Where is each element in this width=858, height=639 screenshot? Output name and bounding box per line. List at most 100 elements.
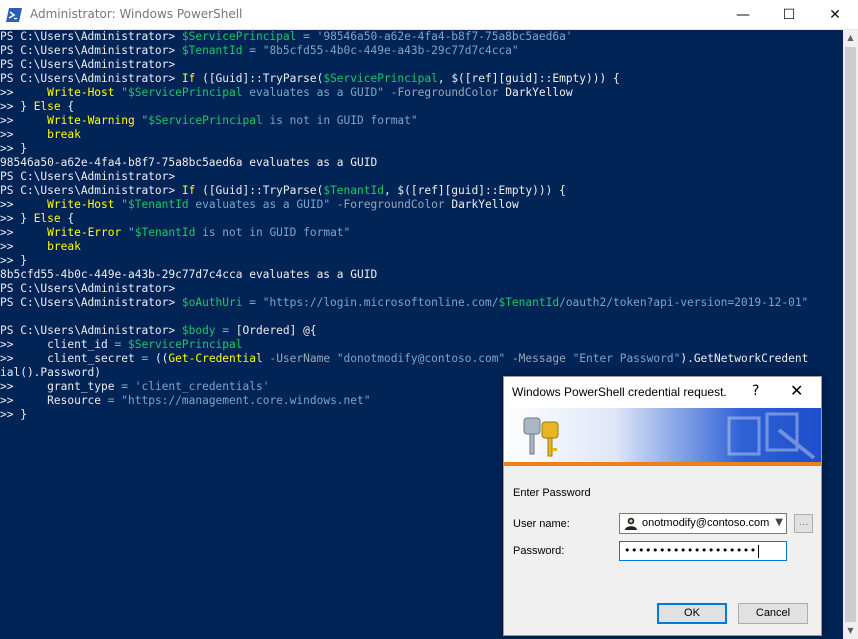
- console-token: Get-Credential: [168, 352, 263, 365]
- username-combobox[interactable]: onotmodify@contoso.com ▼: [619, 513, 787, 534]
- console-line: 98546a50-a62e-4fa4-b8f7-75a8bc5aed6a eva…: [0, 156, 808, 170]
- console-token: , $([ref][guid]::Empty))) {: [437, 72, 620, 85]
- banner-decoration-icon: [727, 412, 816, 460]
- console-token: ": [114, 86, 128, 99]
- console-line: >> Write-Error "$TenantId is not in GUID…: [0, 226, 808, 240]
- console-line: >> }: [0, 254, 808, 268]
- console-line: PS C:\Users\Administrator>: [0, 282, 808, 296]
- ok-button[interactable]: OK: [657, 603, 727, 624]
- console-token: $ServicePrincipal: [128, 338, 243, 351]
- password-field[interactable]: •••••••••••••••••••: [619, 541, 787, 561]
- console-line: >> } Else {: [0, 100, 808, 114]
- console-token: 98546a50-a62e-4fa4-b8f7-75a8bc5aed6a eva…: [0, 156, 378, 169]
- console-token: =: [242, 44, 263, 57]
- console-token: >>: [0, 114, 48, 127]
- maximize-icon: ☐: [782, 7, 796, 23]
- console-token: /oauth2/token?api-version=2019-12-01": [559, 296, 809, 309]
- console-token: is not in GUID format": [195, 226, 351, 239]
- console-token: $TenantId: [498, 296, 560, 309]
- console-token: 'client_credentials': [134, 380, 270, 393]
- browse-button[interactable]: ...: [794, 514, 813, 533]
- dialog-banner: [504, 408, 821, 466]
- console-token: =: [121, 380, 135, 393]
- console-line: >> client_id = $ServicePrincipal: [0, 338, 808, 352]
- console-token: Write-Host: [47, 198, 115, 211]
- username-value: onotmodify@contoso.com: [642, 517, 770, 529]
- console-token: >> }: [0, 142, 27, 155]
- console-token: , $([ref][guid]::Empty))) {: [383, 184, 566, 197]
- console-token: >> client_secret: [0, 352, 142, 365]
- console-line: >> Write-Host "$ServicePrincipal evaluat…: [0, 86, 808, 100]
- console-line: PS C:\Users\Administrator> $oAuthUri = "…: [0, 296, 808, 310]
- console-token: break: [47, 240, 81, 253]
- console-token: Write-Host: [47, 86, 115, 99]
- console-line: >> break: [0, 128, 808, 142]
- console-line: >> Write-Warning "$ServicePrincipal is n…: [0, 114, 808, 128]
- powershell-icon: [6, 8, 22, 22]
- scroll-down-icon[interactable]: ▼: [843, 623, 858, 639]
- console-token: PS C:\Users\Administrator>: [0, 324, 182, 337]
- console-token: $ServicePrincipal: [148, 114, 263, 127]
- console-token: PS C:\Users\Administrator>: [0, 170, 176, 183]
- console-token: {: [60, 212, 75, 225]
- dialog-message: Enter Password: [513, 487, 591, 499]
- banner-stripe: [504, 462, 821, 466]
- console-token: 8b5cfd55-4b0c-449e-a43b-29c77d7c4cca eva…: [0, 268, 378, 281]
- keys-icon: [523, 417, 559, 457]
- console-token: PS C:\Users\Administrator>: [0, 282, 176, 295]
- help-icon[interactable]: ?: [752, 383, 759, 399]
- console-token: "donotmodify@contoso.com": [330, 352, 506, 365]
- scrollbar-thumb[interactable]: [845, 47, 856, 622]
- vertical-scrollbar[interactable]: ▲ ▼: [843, 30, 858, 639]
- console-token: >>: [0, 240, 48, 253]
- console-token: >> }: [0, 254, 27, 267]
- console-token: $TenantId: [128, 198, 189, 211]
- console-line: PS C:\Users\Administrator>: [0, 58, 808, 72]
- dialog-close-icon[interactable]: ✕: [790, 381, 803, 400]
- console-token: "https://login.microsoftonline.com/: [262, 296, 499, 309]
- console-line: >> } Else {: [0, 212, 808, 226]
- console-token: "8b5cfd55-4b0c-449e-a43b-29c77d7c4cca": [262, 44, 519, 57]
- console-token: =: [141, 352, 155, 365]
- console-token: >> }: [0, 212, 34, 225]
- console-token: evaluates as a GUID": [188, 198, 331, 211]
- console-token: >> }: [0, 408, 27, 421]
- window-title: Administrator: Windows PowerShell: [30, 7, 243, 21]
- console-token: '98546a50-a62e-4fa4-b8f7-75a8bc5aed6a': [316, 30, 573, 43]
- console-line: >> Write-Host "$TenantId evaluates as a …: [0, 198, 808, 212]
- console-token: evaluates as a GUID": [242, 86, 384, 99]
- console-token: >>: [0, 198, 48, 211]
- console-token: >> client_id: [0, 338, 115, 351]
- console-token: Write-Warning: [47, 114, 135, 127]
- console-token: $body: [181, 324, 216, 337]
- console-line: 8b5cfd55-4b0c-449e-a43b-29c77d7c4cca eva…: [0, 268, 808, 282]
- console-token: =: [215, 324, 236, 337]
- console-token: >> Resource: [0, 394, 108, 407]
- console-line: >> }: [0, 142, 808, 156]
- cancel-button[interactable]: Cancel: [738, 603, 808, 624]
- console-token: [Ordered] @{: [235, 324, 317, 337]
- close-button[interactable]: ✕: [812, 0, 858, 30]
- console-token: PS C:\Users\Administrator>: [0, 184, 182, 197]
- console-token: $ServicePrincipal: [181, 30, 297, 43]
- console-token: -ForegroundColor: [383, 86, 499, 99]
- maximize-button[interactable]: ☐: [766, 0, 812, 30]
- dialog-title: Windows PowerShell credential request.: [512, 385, 727, 399]
- console-token: ial().Password): [0, 366, 102, 379]
- console-line: PS C:\Users\Administrator> If ([Guid]::T…: [0, 184, 808, 198]
- password-label: Password:: [513, 545, 565, 557]
- console-token: =: [107, 394, 122, 407]
- console-token: PS C:\Users\Administrator>: [0, 30, 182, 43]
- console-token: >>: [0, 86, 48, 99]
- console-line: PS C:\Users\Administrator> If ([Guid]::T…: [0, 72, 808, 86]
- close-icon: ✕: [829, 7, 841, 23]
- console-token: ": [134, 114, 149, 127]
- scroll-up-icon[interactable]: ▲: [843, 30, 858, 46]
- console-token: ": [114, 198, 128, 211]
- chevron-down-icon[interactable]: ▼: [775, 517, 783, 528]
- console-token: $TenantId: [134, 226, 196, 239]
- console-token: $ServicePrincipal: [323, 72, 438, 85]
- text-caret: [757, 544, 759, 558]
- minimize-button[interactable]: —: [720, 0, 766, 30]
